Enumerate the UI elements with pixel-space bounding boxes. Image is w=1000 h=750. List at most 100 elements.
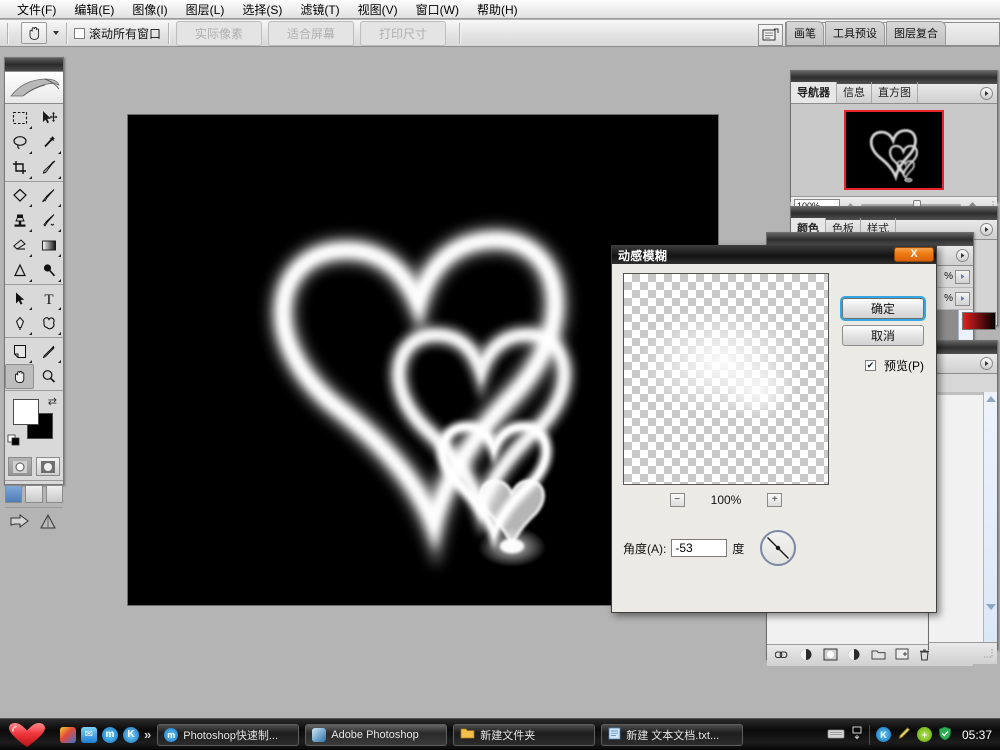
taskbar-item-photoshop-tutorial[interactable]: m Photoshop快速制... (157, 723, 300, 746)
menu-help[interactable]: 帮助(H) (468, 0, 527, 20)
panel-menu-icon[interactable] (956, 249, 969, 262)
angle-dial[interactable] (760, 530, 797, 566)
foreground-color-swatch[interactable] (13, 399, 39, 425)
tab-layer-comps[interactable]: 图层复合 (886, 21, 946, 45)
toolbox-grip[interactable] (5, 58, 63, 72)
tab-navigator[interactable]: 导航器 (791, 82, 837, 103)
fit-screen-button[interactable]: 适合屏幕 (268, 20, 355, 46)
blur-preview[interactable] (623, 273, 829, 485)
menu-layer[interactable]: 图层(L) (177, 0, 234, 20)
history-list[interactable] (929, 392, 997, 642)
kugou-icon[interactable]: K (123, 726, 139, 743)
panel-grip[interactable] (929, 341, 997, 354)
overflow-chevron-icon[interactable]: » (144, 727, 151, 742)
new-group-icon[interactable] (871, 648, 886, 663)
blur-tool[interactable] (5, 258, 34, 283)
taskbar-item-adobe-photoshop[interactable]: Adobe Photoshop (305, 723, 448, 746)
eyedropper-tool[interactable] (34, 339, 63, 364)
messenger-icon[interactable]: ✉ (81, 726, 97, 743)
standard-mode-button[interactable] (8, 457, 32, 476)
close-icon[interactable]: X (894, 247, 934, 262)
tab-histogram[interactable]: 直方图 (872, 82, 918, 103)
link-layers-icon[interactable] (774, 649, 790, 663)
layer-mask-icon[interactable] (823, 648, 838, 664)
taskbar-item-new-folder[interactable]: 新建文件夹 (453, 723, 596, 746)
marquee-tool[interactable] (5, 105, 34, 130)
type-tool[interactable]: T (34, 286, 63, 311)
taskbar-item-new-text-document[interactable]: 新建 文本文档.txt... (601, 723, 744, 746)
path-selection-tool[interactable] (5, 286, 34, 311)
tab-tool-presets[interactable]: 工具预设 (825, 21, 885, 45)
slice-tool[interactable] (34, 155, 63, 180)
imageready-icon[interactable] (38, 513, 58, 534)
checkbox-box[interactable] (865, 360, 876, 371)
pencil-icon[interactable] (897, 726, 911, 743)
crop-tool[interactable] (5, 155, 34, 180)
pen-tool[interactable] (5, 311, 34, 336)
lasso-tool[interactable] (5, 130, 34, 155)
menu-select[interactable]: 选择(S) (233, 0, 291, 20)
kaspersky-icon[interactable]: K (875, 727, 891, 742)
full-screen-button[interactable] (45, 485, 63, 503)
panel-menu-icon[interactable] (980, 223, 993, 236)
shield-icon[interactable] (938, 726, 952, 744)
language-bar-icon[interactable] (851, 726, 863, 743)
history-scrollbar[interactable] (983, 392, 997, 642)
dialog-title-bar[interactable]: 动感模糊 X (612, 246, 936, 264)
full-screen-menubar-button[interactable] (25, 485, 43, 503)
actual-pixels-button[interactable]: 实际像素 (176, 20, 263, 46)
history-brush-tool[interactable] (34, 208, 63, 233)
adjustment-layer-icon[interactable] (847, 648, 862, 664)
eraser-tool[interactable] (5, 233, 34, 258)
clone-stamp-tool[interactable] (5, 208, 34, 233)
fill-stepper-icon[interactable] (955, 291, 970, 306)
default-colors-icon[interactable] (7, 431, 22, 449)
update-icon[interactable]: + (916, 727, 932, 742)
menu-edit[interactable]: 编辑(E) (65, 0, 123, 20)
swap-colors-icon[interactable]: ⇄ (48, 395, 57, 408)
gradient-tool[interactable] (34, 233, 63, 258)
healing-brush-tool[interactable] (5, 183, 34, 208)
menu-window[interactable]: 窗口(W) (407, 0, 468, 20)
navigator-preview[interactable] (791, 104, 997, 196)
standard-screen-mode-button[interactable] (5, 485, 23, 503)
hand-tool-icon[interactable] (21, 22, 47, 44)
maxthon-icon[interactable]: m (102, 726, 118, 743)
scroll-all-windows-checkbox[interactable]: 滚动所有窗口 (74, 25, 161, 42)
angle-input[interactable]: -53 (671, 539, 728, 557)
tab-brushes[interactable]: 画笔 (786, 21, 824, 45)
checkbox-box[interactable] (74, 27, 85, 39)
panel-menu-icon[interactable] (980, 87, 993, 100)
menu-file[interactable]: 文件(F) (8, 0, 65, 20)
palette-icon[interactable] (60, 726, 76, 743)
tab-info[interactable]: 信息 (837, 82, 872, 103)
ok-button[interactable]: 确定 (842, 298, 924, 319)
hand-tool[interactable] (5, 364, 34, 389)
file-browser-icon[interactable] (758, 24, 783, 46)
dodge-tool[interactable] (34, 258, 63, 283)
color-ramp[interactable] (962, 312, 996, 330)
layer-style-icon[interactable] (799, 648, 814, 664)
new-layer-icon[interactable] (895, 648, 909, 663)
brush-tool[interactable] (34, 183, 63, 208)
cancel-button[interactable]: 取消 (842, 325, 924, 346)
jump-to-imageready-icon[interactable] (10, 513, 32, 534)
zoom-tool[interactable] (34, 364, 63, 389)
menu-filter[interactable]: 滤镜(T) (291, 0, 348, 20)
move-tool[interactable] (34, 105, 63, 130)
keyboard-icon[interactable] (827, 728, 845, 742)
menu-image[interactable]: 图像(I) (123, 0, 176, 20)
zoom-out-button[interactable]: − (669, 493, 685, 507)
menu-view[interactable]: 视图(V) (349, 0, 407, 20)
print-size-button[interactable]: 打印尺寸 (360, 20, 447, 46)
quick-mask-mode-button[interactable] (36, 457, 60, 476)
zoom-in-button[interactable]: + (767, 493, 783, 507)
notes-tool[interactable] (5, 339, 34, 364)
preview-checkbox[interactable]: 预览(P) (865, 357, 924, 374)
resize-grip-icon[interactable] (983, 647, 993, 661)
start-button[interactable] (0, 720, 54, 750)
panel-menu-icon[interactable] (980, 357, 993, 370)
taskbar-clock[interactable]: 05:37 (958, 728, 992, 742)
magic-wand-tool[interactable] (34, 130, 63, 155)
opacity-stepper-icon[interactable] (955, 269, 970, 284)
